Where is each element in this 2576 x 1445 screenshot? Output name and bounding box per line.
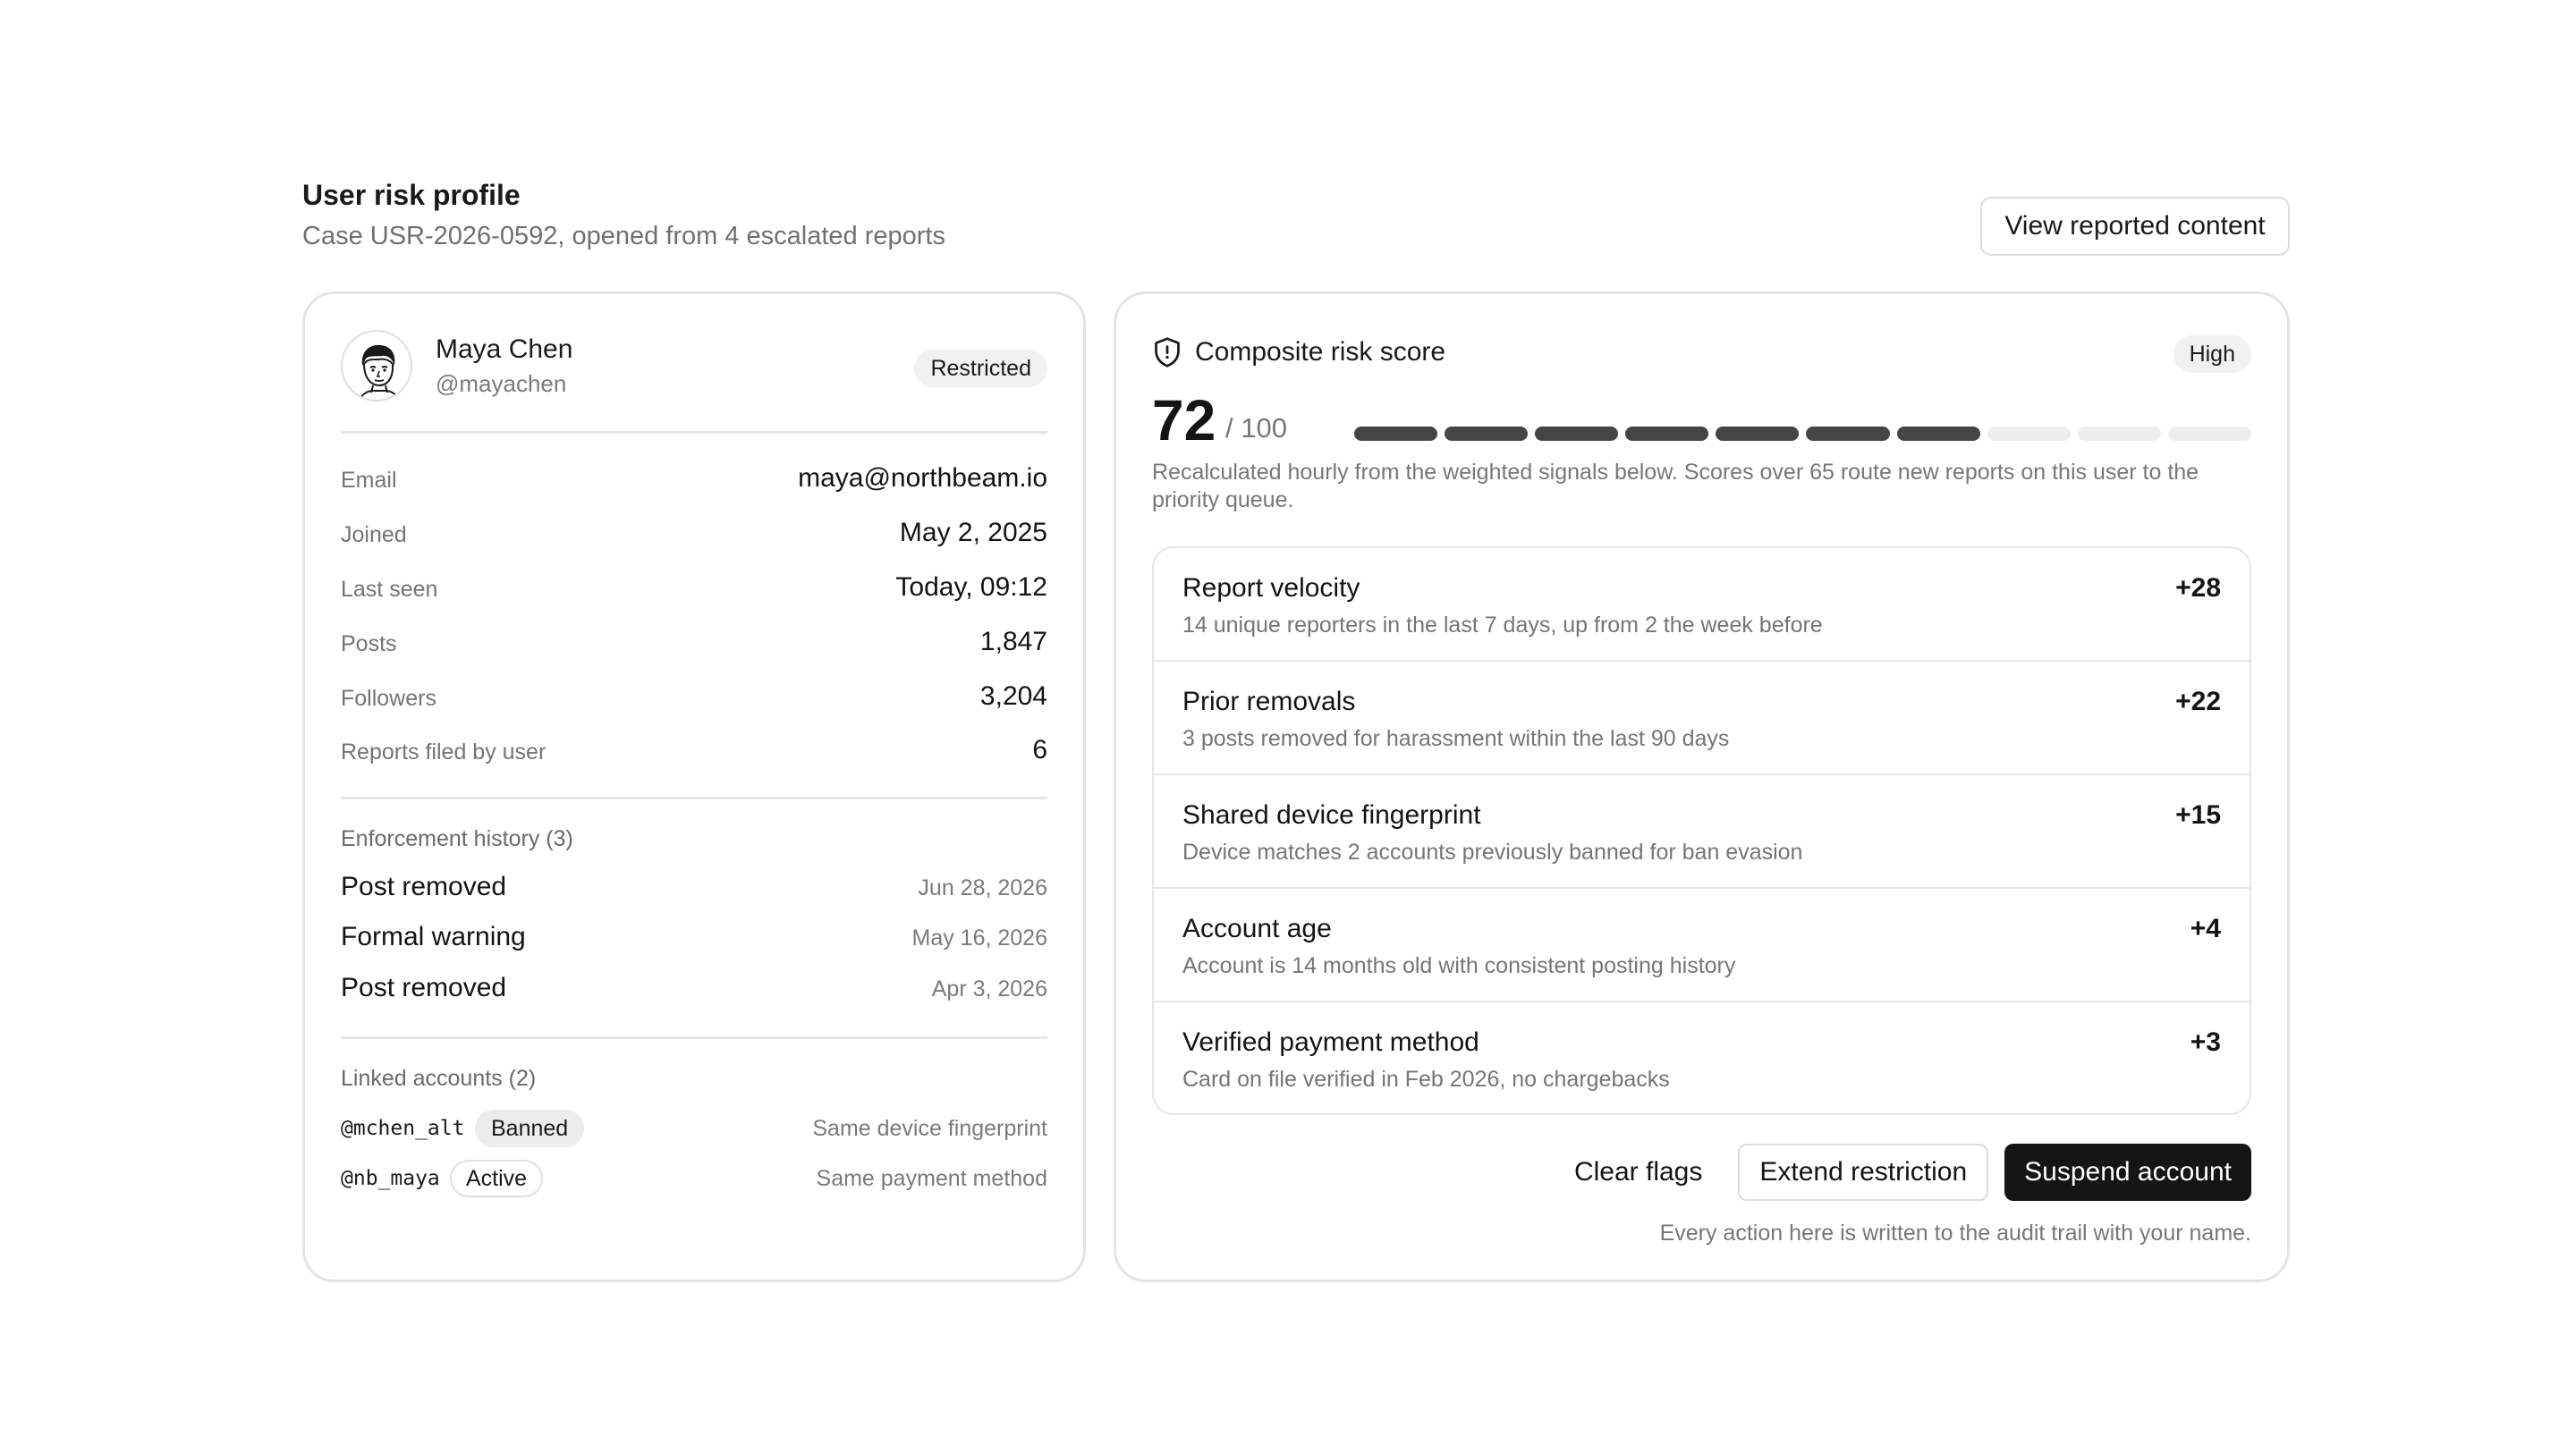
person-illustration-icon xyxy=(359,344,400,400)
risk-meter-segment xyxy=(1535,427,1619,441)
signal-description: 14 unique reporters in the last 7 days, … xyxy=(1182,613,1823,638)
risk-score-max: / 100 xyxy=(1225,412,1287,444)
detail-label: Posts xyxy=(341,631,397,656)
enforcement-date: Apr 3, 2026 xyxy=(931,976,1047,1001)
enforcement-item: Formal warning May 16, 2026 xyxy=(341,920,1047,956)
detail-value: May 2, 2025 xyxy=(899,518,1047,547)
detail-row-reports-filed: Reports filed by user 6 xyxy=(341,734,1047,770)
risk-signal: Account age Account is 14 months old wit… xyxy=(1154,889,2250,1002)
linked-account-handle[interactable]: @mchen_alt xyxy=(341,1115,464,1142)
risk-meter-segment xyxy=(1445,427,1529,441)
risk-meter-segment xyxy=(2167,427,2251,441)
shield-icon xyxy=(1155,337,1180,368)
risk-signal: Report velocity 14 unique reporters in t… xyxy=(1154,548,2250,662)
detail-value: 1,847 xyxy=(979,627,1047,656)
divider xyxy=(341,797,1047,799)
risk-meter-segment xyxy=(1806,427,1890,441)
signal-title: Shared device fingerprint xyxy=(1182,800,1481,830)
risk-meter-segment xyxy=(1716,427,1800,441)
enforcement-history-title: Enforcement history (3) xyxy=(341,826,573,851)
user-name: Maya Chen xyxy=(436,334,573,364)
risk-signal: Prior removals 3 posts removed for haras… xyxy=(1154,662,2250,775)
enforcement-action: Post removed xyxy=(341,973,507,1002)
page-title: User risk profile xyxy=(302,179,521,211)
detail-row-email: Email maya@northbeam.io xyxy=(341,462,1047,498)
risk-score-note: Recalculated hourly from the weighted si… xyxy=(1152,460,2199,512)
detail-label: Reports filed by user xyxy=(341,739,547,765)
divider xyxy=(341,431,1047,434)
linked-account-reason: Same payment method xyxy=(816,1166,1047,1191)
detail-label: Joined xyxy=(341,522,407,547)
enforcement-date: Jun 28, 2026 xyxy=(918,875,1047,900)
signal-title: Report velocity xyxy=(1182,573,1360,603)
detail-label: Last seen xyxy=(341,577,438,602)
detail-row-posts: Posts 1,847 xyxy=(341,626,1047,662)
signal-description: 3 posts removed for harassment within th… xyxy=(1182,726,1730,751)
detail-row-followers: Followers 3,204 xyxy=(341,680,1047,716)
detail-value: maya@northbeam.io xyxy=(798,463,1047,493)
risk-level-badge: High xyxy=(2173,335,2251,373)
user-handle: @mayachen xyxy=(436,370,567,397)
enforcement-date: May 16, 2026 xyxy=(911,925,1048,951)
risk-meter-segment xyxy=(1987,427,2071,441)
risk-score-header: Composite risk score High xyxy=(1152,330,2251,375)
page-header: User risk profile Case USR-2026-0592, op… xyxy=(302,175,945,254)
signal-description: Account is 14 months old with consistent… xyxy=(1182,953,1736,978)
status-badge: Restricted xyxy=(914,350,1047,387)
detail-label: Email xyxy=(341,468,397,493)
signal-points: +28 xyxy=(2175,573,2221,603)
detail-label: Followers xyxy=(341,686,436,711)
detail-row-joined: Joined May 2, 2025 xyxy=(341,517,1047,553)
linked-account-handle[interactable]: @nb_maya xyxy=(341,1165,440,1192)
detail-value: 6 xyxy=(1032,735,1047,765)
enforcement-action: Post removed xyxy=(341,872,507,901)
divider xyxy=(341,1036,1047,1039)
detail-value: Today, 09:12 xyxy=(895,572,1047,602)
risk-meter-segment xyxy=(1625,427,1709,441)
signal-points: +3 xyxy=(2190,1027,2221,1057)
signal-points: +15 xyxy=(2175,800,2221,830)
signal-description: Device matches 2 accounts previously ban… xyxy=(1182,840,1803,865)
signal-title: Account age xyxy=(1182,914,1332,943)
risk-score-row: 72 / 100 xyxy=(1152,389,2251,452)
signal-points: +4 xyxy=(2190,914,2221,943)
suspend-account-button[interactable]: Suspend account xyxy=(2004,1144,2251,1201)
enforcement-item: Post removed Apr 3, 2026 xyxy=(341,971,1047,1007)
risk-signals-list: Report velocity 14 unique reporters in t… xyxy=(1152,546,2251,1115)
risk-meter-segment xyxy=(1354,427,1438,441)
linked-accounts-title: Linked accounts (2) xyxy=(341,1066,537,1091)
detail-value: 3,204 xyxy=(979,681,1047,711)
risk-score-meter xyxy=(1354,427,2251,441)
linked-account-reason: Same device fingerprint xyxy=(812,1116,1047,1141)
signal-title: Prior removals xyxy=(1182,687,1356,716)
signal-description: Card on file verified in Feb 2026, no ch… xyxy=(1182,1067,1670,1092)
clear-flags-button[interactable]: Clear flags xyxy=(1554,1144,1723,1201)
risk-score-card: Composite risk score High 72 / 100 Recal… xyxy=(1114,292,2290,1282)
detail-row-last-seen: Last seen Today, 09:12 xyxy=(341,571,1047,607)
linked-account-status-badge: Active xyxy=(450,1160,544,1197)
profile-header: Maya Chen @mayachen Restricted xyxy=(341,330,1047,401)
view-reported-content-button[interactable]: View reported content xyxy=(1980,197,2290,256)
signal-title: Verified payment method xyxy=(1182,1027,1479,1057)
risk-score-value: 72 xyxy=(1152,388,1216,452)
signal-points: +22 xyxy=(2175,687,2221,716)
action-bar: Clear flags Extend restriction Suspend a… xyxy=(1554,1144,2251,1201)
extend-restriction-button[interactable]: Extend restriction xyxy=(1738,1144,1989,1201)
risk-signal: Shared device fingerprint Device matches… xyxy=(1154,775,2250,889)
enforcement-action: Formal warning xyxy=(341,922,526,951)
linked-account-status-badge: Banned xyxy=(475,1110,585,1147)
risk-meter-segment xyxy=(1896,427,1980,441)
risk-meter-segment xyxy=(2077,427,2161,441)
risk-signal: Verified payment method Card on file ver… xyxy=(1154,1002,2250,1113)
case-subtitle: Case USR-2026-0592, opened from 4 escala… xyxy=(302,222,945,250)
risk-score-title: Composite risk score xyxy=(1195,337,1446,367)
enforcement-item: Post removed Jun 28, 2026 xyxy=(341,870,1047,906)
linked-account-row[interactable]: @nb_maya Active Same payment method xyxy=(341,1158,1047,1197)
audit-trail-note: Every action here is written to the audi… xyxy=(1659,1221,2251,1246)
avatar xyxy=(341,330,412,401)
linked-account-row[interactable]: @mchen_alt Banned Same device fingerprin… xyxy=(341,1108,1047,1147)
user-profile-card: Maya Chen @mayachen Restricted Email may… xyxy=(302,292,1086,1282)
